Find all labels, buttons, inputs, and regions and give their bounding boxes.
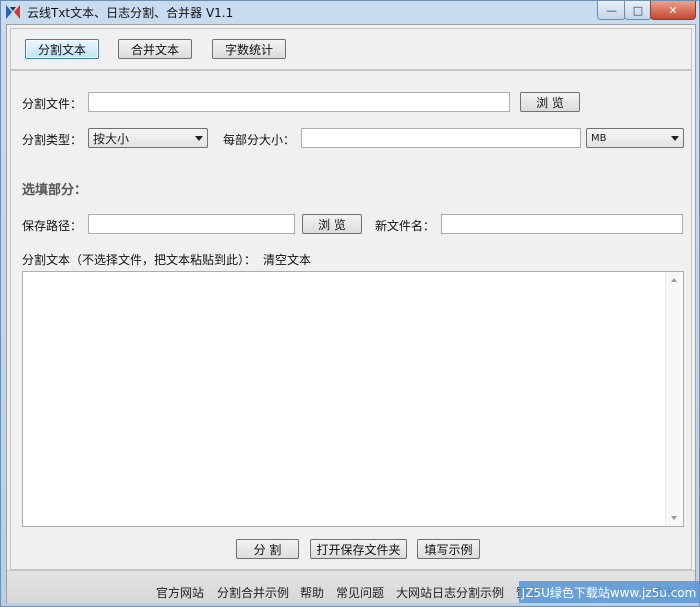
fill-example-button[interactable]: 填写示例	[417, 539, 480, 559]
footer-link-help[interactable]: 帮助	[300, 584, 324, 601]
unit-value: MB	[591, 132, 607, 144]
split-button[interactable]: 分 割	[236, 539, 299, 559]
text-area-label: 分割文本（不选择文件，把文本粘贴到此）：	[22, 253, 257, 267]
app-logo-icon	[6, 5, 20, 19]
maximize-button[interactable]: □	[624, 1, 652, 20]
split-panel: 分割文件： 浏 览 分割类型： 按大小 每部分大小： MB 选填部分： 保存路径…	[10, 70, 692, 570]
minimize-button[interactable]: —	[597, 1, 626, 20]
chevron-down-icon	[195, 136, 203, 141]
unit-select[interactable]: MB	[586, 128, 684, 148]
split-file-label: 分割文件：	[22, 97, 83, 111]
save-path-label: 保存路径：	[22, 219, 83, 233]
browse-file-button[interactable]: 浏 览	[520, 92, 580, 112]
tab-word-count[interactable]: 字数统计	[212, 39, 286, 59]
footer-link-faq[interactable]: 常见问题	[336, 584, 384, 601]
scroll-up-icon[interactable]	[671, 278, 677, 282]
clear-text-link[interactable]: 清空文本	[263, 251, 311, 268]
new-filename-label: 新文件名：	[375, 219, 436, 233]
title-bar[interactable]: 云线Txt文本、日志分割、合并器 V1.1 — □ ✕	[1, 1, 699, 23]
split-text-area[interactable]	[22, 271, 684, 527]
footer-link-large-site-log-example[interactable]: 大网站日志分割示例	[396, 584, 504, 601]
open-folder-button[interactable]: 打开保存文件夹	[310, 539, 407, 559]
app-window: 云线Txt文本、日志分割、合并器 V1.1 — □ ✕ 分割文本 合并文本 字数…	[0, 0, 700, 607]
split-file-input[interactable]	[88, 92, 510, 112]
footer-link-official-site[interactable]: 官方网站	[156, 584, 204, 601]
minimize-icon: —	[606, 3, 617, 17]
client-area: 分割文本 合并文本 字数统计 分割文件： 浏 览 分割类型： 按大小 每部分大小…	[6, 24, 696, 603]
split-type-value: 按大小	[93, 131, 130, 146]
scroll-down-icon[interactable]	[671, 516, 677, 520]
tab-split-text[interactable]: 分割文本	[25, 39, 99, 59]
tab-bar: 分割文本 合并文本 字数统计	[10, 28, 692, 70]
text-area-scrollbar[interactable]	[665, 272, 683, 526]
maximize-icon: □	[632, 3, 644, 17]
optional-section-title: 选填部分：	[22, 183, 88, 198]
chevron-down-icon	[671, 136, 679, 141]
close-icon: ✕	[668, 3, 678, 17]
save-path-input[interactable]	[88, 214, 295, 234]
close-button[interactable]: ✕	[650, 1, 696, 20]
each-size-input[interactable]	[301, 128, 581, 148]
tab-merge-text[interactable]: 合并文本	[118, 39, 192, 59]
watermark-banner: JZ5U绿色下载站www.jz5u.com	[519, 581, 699, 603]
footer-link-split-merge-example[interactable]: 分割合并示例	[217, 584, 289, 601]
split-type-select[interactable]: 按大小	[88, 128, 208, 148]
each-size-label: 每部分大小：	[223, 133, 296, 147]
window-title: 云线Txt文本、日志分割、合并器 V1.1	[27, 6, 234, 20]
browse-path-button[interactable]: 浏 览	[302, 214, 362, 234]
new-filename-input[interactable]	[441, 214, 683, 234]
split-type-label: 分割类型：	[22, 133, 83, 147]
